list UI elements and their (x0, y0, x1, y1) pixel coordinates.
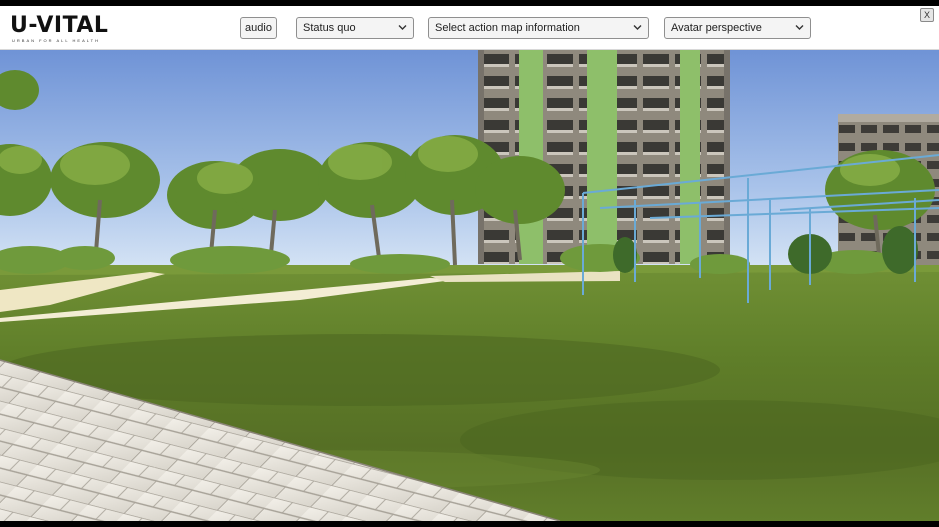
logo: U-VITAL URBAN FOR ALL HEALTH (10, 13, 118, 43)
chevron-down-icon (398, 25, 407, 30)
toolbar: U-VITAL URBAN FOR ALL HEALTH audio Statu… (0, 6, 939, 50)
action-map-select[interactable]: Select action map information (428, 17, 649, 39)
chevron-down-icon (795, 25, 804, 30)
chevron-down-icon (633, 25, 642, 30)
scenario-select[interactable]: Status quo (296, 17, 414, 39)
logo-text: U-VITAL (10, 13, 109, 38)
logo-tagline: URBAN FOR ALL HEALTH (12, 38, 101, 43)
app-window: U-VITAL URBAN FOR ALL HEALTH audio Statu… (0, 0, 939, 527)
action-map-select-value: Select action map information (435, 22, 580, 34)
perspective-select-value: Avatar perspective (671, 22, 762, 34)
perspective-select[interactable]: Avatar perspective (664, 17, 811, 39)
scene-render (0, 50, 939, 521)
3d-viewport[interactable] (0, 50, 939, 521)
audio-button[interactable]: audio (240, 17, 277, 39)
scenario-select-value: Status quo (303, 22, 356, 34)
close-button[interactable]: X (920, 8, 934, 22)
bottom-border (0, 521, 939, 527)
